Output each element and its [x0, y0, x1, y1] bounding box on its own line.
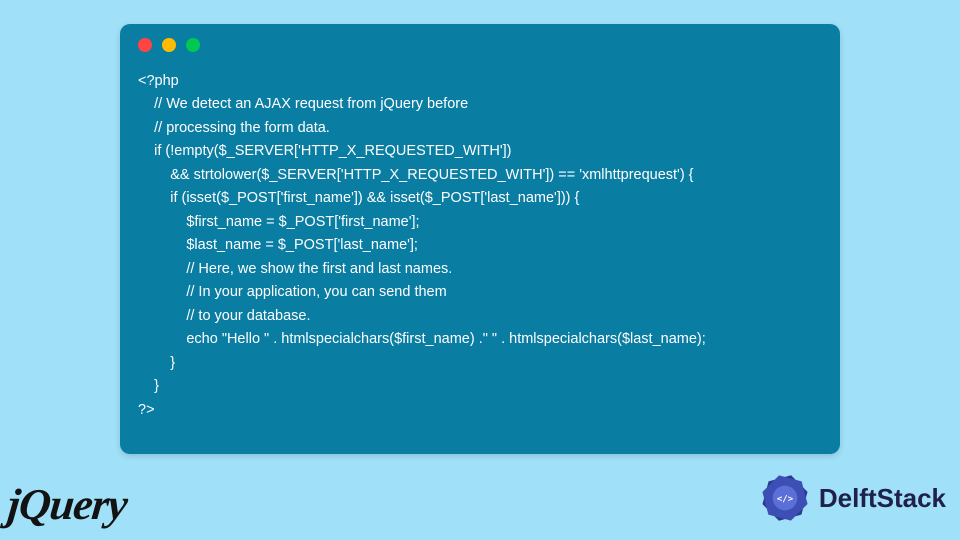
code-block: <?php // We detect an AJAX request from … — [138, 70, 822, 422]
code-window: <?php // We detect an AJAX request from … — [120, 24, 840, 454]
traffic-lights — [138, 38, 822, 52]
delftstack-text: DelftStack — [819, 483, 946, 514]
jquery-logo: jQuery — [5, 479, 129, 530]
svg-text:</>: </> — [777, 494, 793, 504]
close-icon — [138, 38, 152, 52]
minimize-icon — [162, 38, 176, 52]
delftstack-logo: </> DelftStack — [757, 470, 946, 526]
maximize-icon — [186, 38, 200, 52]
delftstack-badge-icon: </> — [757, 470, 813, 526]
